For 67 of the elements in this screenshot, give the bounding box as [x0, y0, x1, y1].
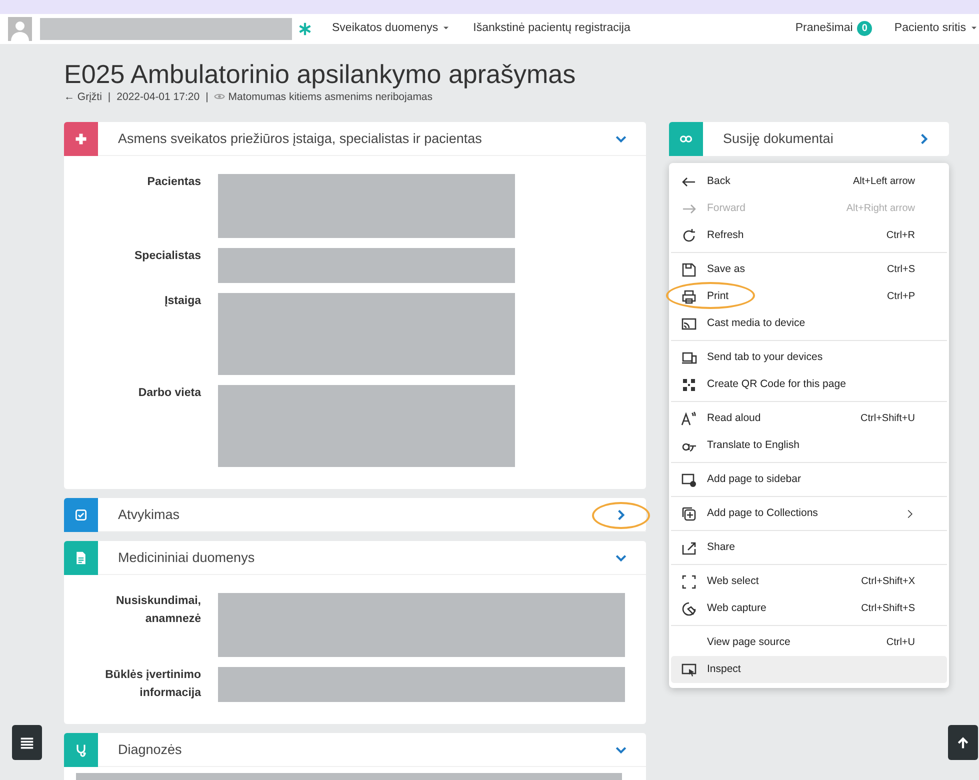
refresh-icon	[681, 228, 697, 244]
menu-item[interactable]: Save as Ctrl+S	[671, 256, 947, 283]
field-label: Nusiskundimai, anamnezė	[115, 594, 201, 627]
shortcut-text: Ctrl+Shift+X	[861, 575, 915, 589]
notifications-link[interactable]: Pranešimai	[795, 22, 853, 34]
shortcut-text: Ctrl+Shift+S	[861, 602, 915, 616]
select-icon	[681, 574, 697, 590]
avatar-icon	[8, 17, 32, 41]
scroll-top-button[interactable]	[948, 725, 978, 760]
list-button[interactable]	[12, 725, 42, 760]
nav-link[interactable]: Sveikatos duomenys	[332, 20, 452, 38]
capture-icon	[681, 600, 697, 616]
separator: |	[206, 90, 208, 105]
shortcut-text: Alt+Left arrow	[853, 175, 915, 189]
menu-item[interactable]: Create QR Code for this page	[671, 371, 947, 398]
save-icon	[681, 262, 697, 278]
separator: |	[108, 90, 111, 105]
read-aloud-icon	[681, 410, 697, 426]
shortcut-text: Ctrl+Shift+U	[860, 412, 915, 426]
cast-icon	[681, 316, 697, 332]
count-badge: 0	[856, 21, 872, 36]
back-link[interactable]: ← Grįžti	[64, 90, 102, 106]
shortcut-text: Ctrl+R	[886, 229, 915, 243]
date-text: 2022-04-01 17:20	[116, 90, 200, 105]
menu-item[interactable]: Add page to Collections	[671, 500, 947, 527]
menu-item[interactable]: Refresh Ctrl+R	[671, 222, 947, 249]
shortcut-text: Ctrl+P	[886, 290, 915, 304]
menu-item[interactable]: Print Ctrl+P	[671, 283, 947, 310]
menu-item[interactable]: Send tab to your devices	[671, 344, 947, 371]
menu-item[interactable]: Share	[671, 534, 947, 561]
chevron-right-icon	[905, 508, 915, 518]
field-label: Būklės įvertinimo informacija	[104, 668, 201, 701]
menu-item[interactable]: Translate to English	[671, 432, 947, 459]
section-title: Diagnozės	[118, 740, 183, 759]
menu-item[interactable]: Cast media to device	[671, 310, 947, 337]
devices-icon	[681, 350, 697, 366]
shortcut-text: Alt+Right arrow	[846, 202, 915, 216]
field-label: Įstaiga	[164, 294, 201, 310]
menu-item[interactable]: Inspect	[671, 656, 947, 683]
visibility-link[interactable]: Matomumas kitiems asmenims neribojamas	[228, 90, 433, 103]
field-label: Specialistas	[134, 249, 201, 264]
qr-code-icon	[681, 376, 697, 392]
menu-item[interactable]: Back Alt+Left arrow	[671, 168, 947, 195]
field-label: Pacientas	[146, 175, 201, 190]
page-title: E025 Ambulatorinio apsilankymo aprašymas	[64, 60, 577, 89]
field-label: Darbo vieta	[137, 386, 201, 402]
collections-icon	[681, 506, 697, 522]
shortcut-text: Ctrl+S	[886, 263, 915, 277]
menu-item[interactable]: Read aloud Ctrl+Shift+U	[671, 405, 947, 432]
nav-link[interactable]: Išankstinė pacientų registracija	[473, 20, 630, 38]
menu-item[interactable]: View page source Ctrl+U	[671, 629, 947, 656]
share-icon	[681, 540, 697, 556]
arrow-up-icon	[956, 736, 970, 750]
menu-item[interactable]: Web capture Ctrl+Shift+S	[671, 595, 947, 622]
sidebar-icon	[681, 472, 697, 488]
section-title: Asmens sveikatos priežiūros įstaiga, specialistas ir pacientas	[118, 130, 483, 148]
section-title: Medicininiai duomenys	[118, 548, 256, 567]
section-title: Atvykimas	[118, 506, 181, 524]
menu-item[interactable]: Add page to sidebar	[671, 466, 947, 493]
asterisk-icon	[298, 22, 312, 36]
printer-icon	[681, 288, 697, 304]
cursor-icon	[681, 662, 697, 678]
section-title: Susiję dokumentai	[723, 130, 834, 148]
menu-item[interactable]: Web select Ctrl+Shift+X	[671, 568, 947, 595]
list-icon	[20, 736, 34, 750]
shortcut-text: Ctrl+U	[886, 636, 915, 650]
account-menu[interactable]: Paciento sritis	[894, 20, 979, 38]
